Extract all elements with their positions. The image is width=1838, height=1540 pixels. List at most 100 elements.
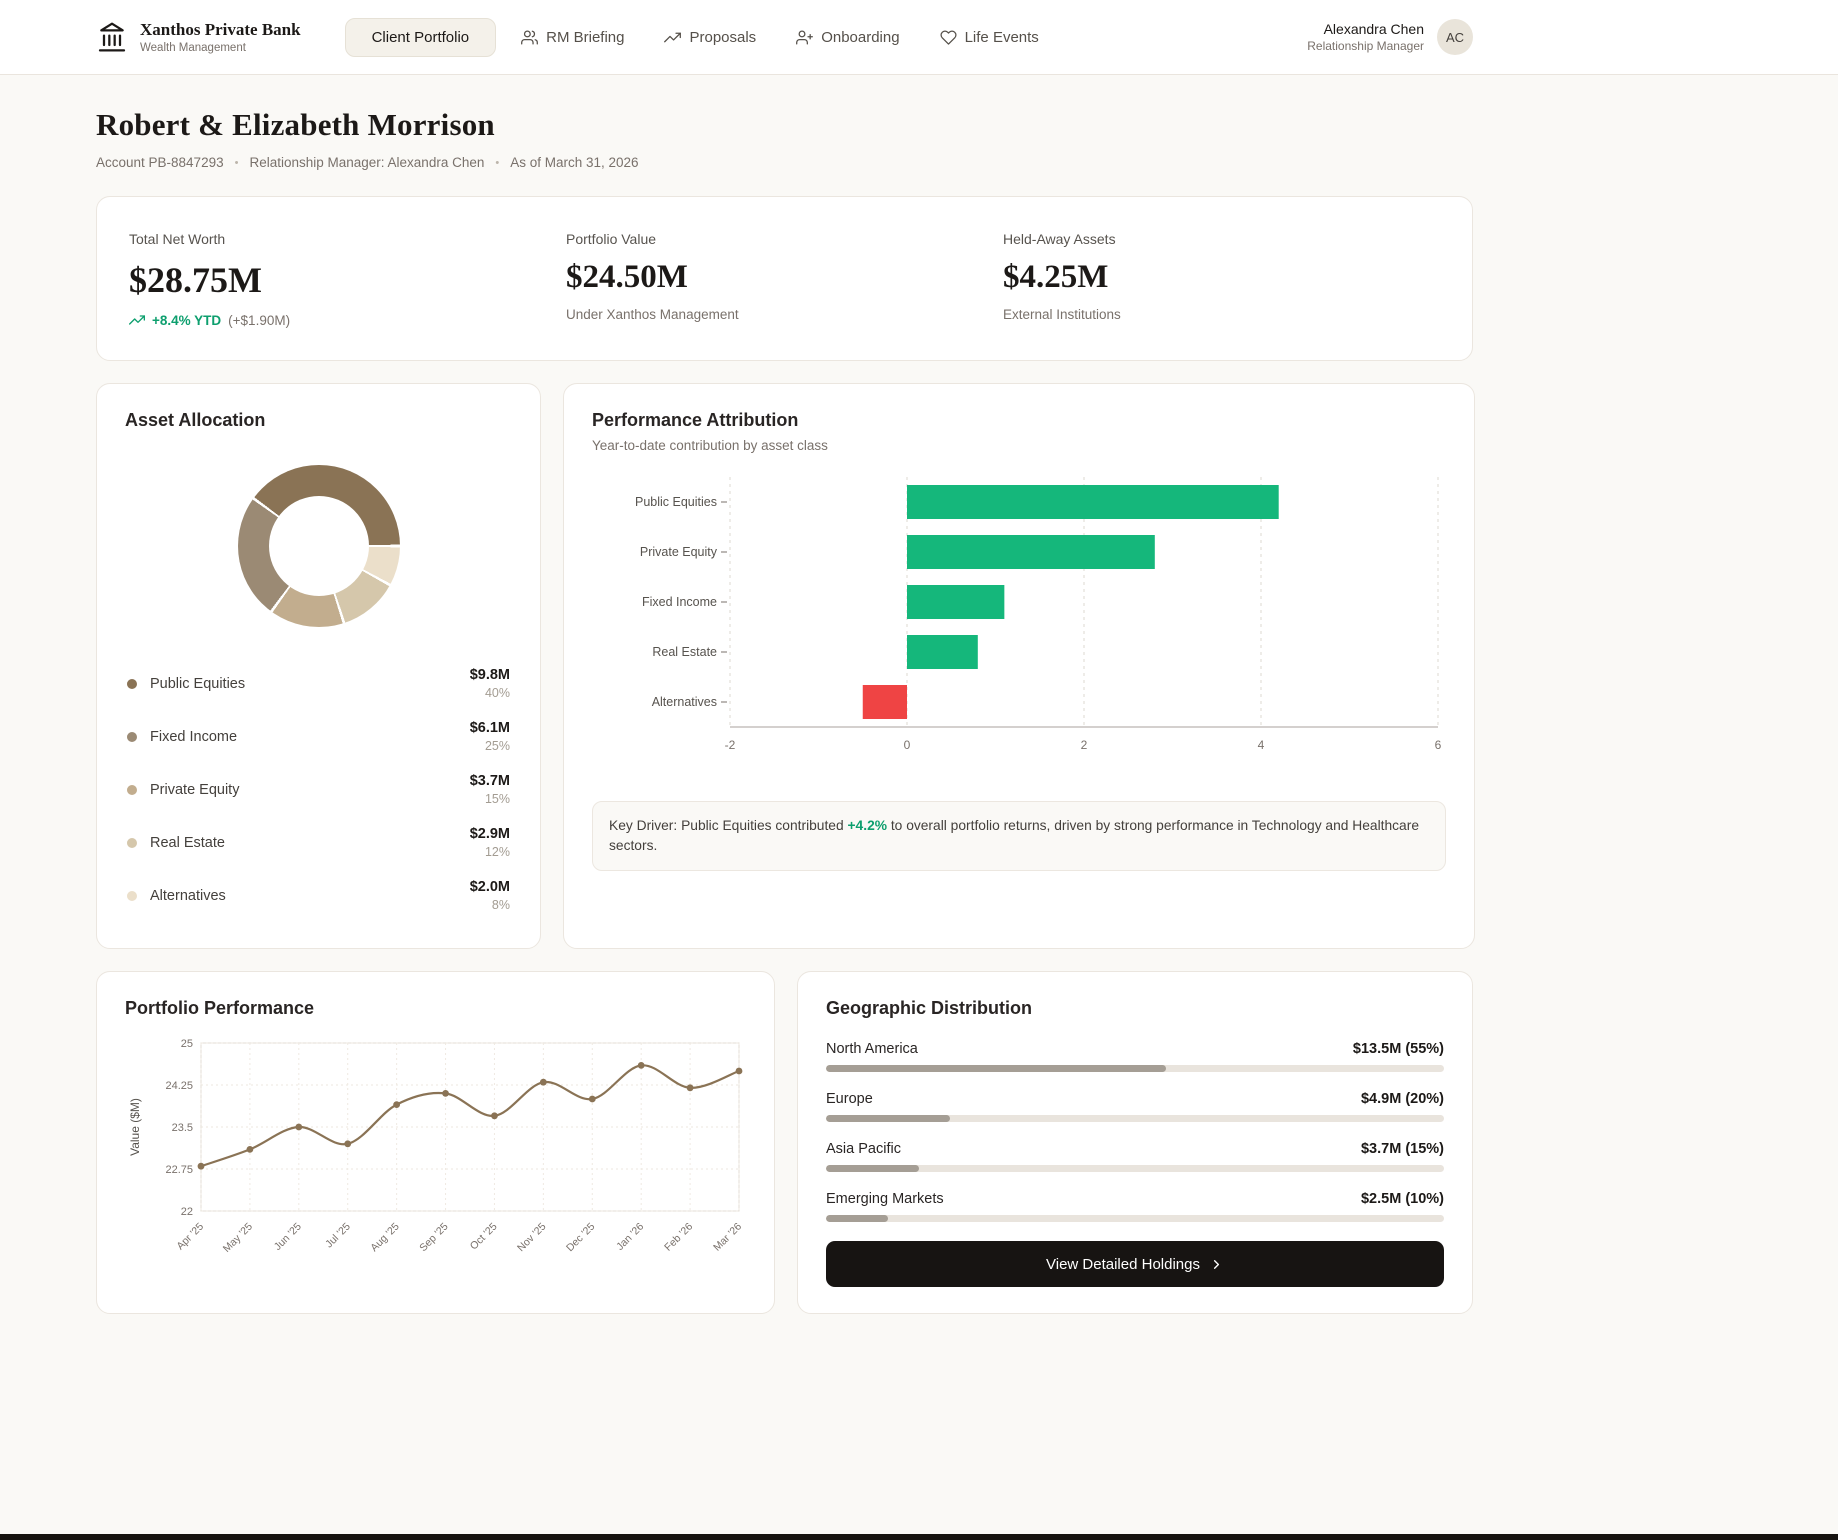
geo-progress-track xyxy=(826,1065,1444,1072)
net-worth-label: Total Net Worth xyxy=(129,231,566,247)
geo-row-north-america: North America$13.5M (55%) xyxy=(826,1041,1444,1072)
net-worth-value: $28.75M xyxy=(129,259,566,301)
data-point-apr--25 xyxy=(198,1163,205,1170)
legend-values: $6.1M25% xyxy=(470,720,510,753)
svg-text:Jan '26: Jan '26 xyxy=(614,1221,646,1253)
portfolio-value-stat: Portfolio Value $24.50M Under Xanthos Ma… xyxy=(566,231,1003,328)
svg-text:25: 25 xyxy=(181,1038,193,1050)
geo-row-emerging-markets: Emerging Markets$2.5M (10%) xyxy=(826,1191,1444,1222)
geo-row-header: Europe$4.9M (20%) xyxy=(826,1091,1444,1107)
nav-life-events[interactable]: Life Events xyxy=(925,18,1054,57)
nav-onboarding[interactable]: Onboarding xyxy=(781,18,914,57)
user-role: Relationship Manager xyxy=(1307,39,1424,53)
key-driver-note: Key Driver: Public Equities contributed … xyxy=(592,801,1446,871)
bar-private-equity xyxy=(907,535,1155,569)
legend-value: $6.1M xyxy=(470,720,510,736)
svg-text:4: 4 xyxy=(1258,738,1265,752)
performance-attribution-card: Performance Attribution Year-to-date con… xyxy=(563,383,1475,949)
geo-region-label: Asia Pacific xyxy=(826,1141,901,1157)
brand[interactable]: Xanthos Private Bank Wealth Management xyxy=(96,20,301,54)
svg-text:Value ($M): Value ($M) xyxy=(128,1098,142,1156)
svg-text:6: 6 xyxy=(1435,738,1442,752)
svg-text:Sep '25: Sep '25 xyxy=(417,1221,451,1255)
legend-label: Alternatives xyxy=(150,888,226,904)
geographic-distribution-card: Geographic Distribution North America$13… xyxy=(797,971,1473,1314)
bar-alternatives xyxy=(863,685,907,719)
svg-text:Private Equity: Private Equity xyxy=(640,545,718,559)
legend-item-fixed-income: Fixed Income $6.1M25% xyxy=(125,710,512,763)
geographic-distribution-title: Geographic Distribution xyxy=(826,998,1444,1019)
legend-percent: 15% xyxy=(470,792,510,806)
legend-dot xyxy=(127,785,137,795)
data-point-sep--25 xyxy=(442,1090,449,1097)
ytd-change: +8.4% YTD xyxy=(152,313,221,328)
nav-client-portfolio[interactable]: Client Portfolio xyxy=(345,18,497,57)
ytd-change-amount: (+$1.90M) xyxy=(228,313,290,328)
view-detailed-holdings-label: View Detailed Holdings xyxy=(1046,1256,1200,1273)
svg-text:22.75: 22.75 xyxy=(165,1164,193,1176)
legend-label: Real Estate xyxy=(150,835,225,851)
legend-label: Fixed Income xyxy=(150,729,237,745)
bar-real-estate xyxy=(907,635,978,669)
donut-hole xyxy=(269,496,369,596)
portfolio-performance-card: Portfolio Performance 2222.7523.524.2525… xyxy=(96,971,775,1314)
geo-row-header: Asia Pacific $3.7M (15%) xyxy=(826,1141,1444,1157)
legend-values: $2.0M8% xyxy=(470,879,510,912)
performance-line-chart: 2222.7523.524.2525Apr '25May '25Jun '25J… xyxy=(125,1035,746,1287)
geo-progress-track xyxy=(826,1165,1444,1172)
nav-proposals[interactable]: Proposals xyxy=(649,18,771,57)
bottom-edge xyxy=(0,1534,1838,1540)
svg-text:Dec '25: Dec '25 xyxy=(564,1221,598,1255)
key-driver-prefix: Key Driver: Public Equities contributed xyxy=(609,818,848,833)
geo-region-value: $3.7M (15%) xyxy=(1361,1141,1444,1157)
user-menu[interactable]: Alexandra Chen Relationship Manager AC xyxy=(1307,19,1473,55)
portfolio-value-sub: Under Xanthos Management xyxy=(566,307,1003,322)
data-point-feb--26 xyxy=(687,1084,694,1091)
svg-text:Public Equities: Public Equities xyxy=(635,495,717,509)
svg-text:Jun '25: Jun '25 xyxy=(272,1221,304,1253)
geo-region-label: Emerging Markets xyxy=(826,1191,944,1207)
svg-text:Feb '26: Feb '26 xyxy=(662,1221,695,1254)
data-point-may--25 xyxy=(247,1146,254,1153)
data-point-dec--25 xyxy=(589,1096,596,1103)
bar-fixed-income xyxy=(907,585,1004,619)
trending-up-icon xyxy=(129,312,145,328)
svg-text:Alternatives: Alternatives xyxy=(652,695,717,709)
legend-item-alternatives: Alternatives $2.0M8% xyxy=(125,869,512,922)
geo-region-value: $13.5M (55%) xyxy=(1353,1041,1444,1057)
svg-text:Fixed Income: Fixed Income xyxy=(642,595,717,609)
avatar[interactable]: AC xyxy=(1437,19,1473,55)
middle-row: Asset Allocation Public Equities$9.8M40%… xyxy=(96,383,1473,949)
nav-label: Onboarding xyxy=(821,29,899,46)
legend-item-real-estate: Real Estate $2.9M12% xyxy=(125,816,512,869)
nav-label: Client Portfolio xyxy=(372,29,470,46)
svg-text:2: 2 xyxy=(1081,738,1088,752)
legend-values: $2.9M12% xyxy=(470,826,510,859)
performance-attribution-title: Performance Attribution xyxy=(592,410,1446,431)
view-detailed-holdings-button[interactable]: View Detailed Holdings xyxy=(826,1241,1444,1287)
geo-progress-fill xyxy=(826,1215,888,1222)
legend-dot xyxy=(127,679,137,689)
geo-region-label: Europe xyxy=(826,1091,873,1107)
allocation-donut-chart xyxy=(238,465,400,627)
data-point-nov--25 xyxy=(540,1079,547,1086)
net-worth-stat: Total Net Worth $28.75M +8.4% YTD (+$1.9… xyxy=(129,231,566,328)
relationship-manager: Relationship Manager: Alexandra Chen xyxy=(249,155,484,170)
geo-row-header: Emerging Markets$2.5M (10%) xyxy=(826,1191,1444,1207)
held-away-stat: Held-Away Assets $4.25M External Institu… xyxy=(1003,231,1440,328)
held-away-sub: External Institutions xyxy=(1003,307,1440,322)
data-point-jul--25 xyxy=(344,1140,351,1147)
legend-dot xyxy=(127,732,137,742)
heart-icon xyxy=(940,29,957,46)
portfolio-value: $24.50M xyxy=(566,259,1003,296)
nav-rm-briefing[interactable]: RM Briefing xyxy=(506,18,639,57)
asset-allocation-title: Asset Allocation xyxy=(125,410,512,431)
geo-progress-track xyxy=(826,1115,1444,1122)
as-of-date: As of March 31, 2026 xyxy=(510,155,638,170)
svg-text:-2: -2 xyxy=(725,738,736,752)
data-point-mar--26 xyxy=(736,1068,743,1075)
legend-values: $3.7M15% xyxy=(470,773,510,806)
held-away-label: Held-Away Assets xyxy=(1003,231,1440,247)
svg-text:Oct '25: Oct '25 xyxy=(468,1221,500,1253)
legend-percent: 40% xyxy=(470,686,510,700)
